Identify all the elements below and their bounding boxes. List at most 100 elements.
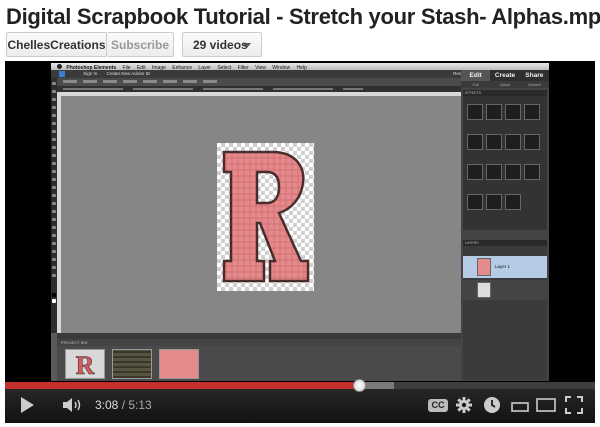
cc-icon: CC	[428, 398, 448, 412]
videos-dropdown[interactable]: 29 videos	[182, 32, 262, 57]
played-bar	[5, 382, 359, 389]
cookie-cutter-tool-icon	[52, 162, 56, 165]
effect-swatch-7	[505, 134, 521, 150]
crop-tool-icon	[52, 154, 56, 157]
background-color-icon	[52, 299, 56, 303]
player-controls: 3:08 / 5:13 CC	[5, 379, 595, 423]
apple-icon	[57, 64, 62, 69]
effect-swatch-3	[505, 104, 521, 120]
brush-tool-icon	[52, 218, 56, 221]
paint-bucket-tool-icon	[52, 234, 56, 237]
horizontal-ruler	[57, 92, 461, 96]
marquee-tool-icon	[52, 114, 56, 117]
photoshop-elements-window: Photoshop Elements File Edit Image Enhan…	[51, 63, 549, 381]
bin-thumb-letter-text: R	[76, 351, 95, 378]
background-layer-thumb	[477, 282, 491, 298]
hand-tool-icon	[52, 98, 56, 101]
small-player-icon	[511, 402, 529, 412]
vertical-ruler	[57, 96, 61, 333]
captions-button[interactable]: CC	[426, 395, 450, 415]
layers-panel: LAYERS Layer 1	[463, 240, 547, 380]
effect-swatch-9	[467, 164, 483, 180]
type-tool-icon	[52, 146, 56, 149]
channel-button[interactable]: ChellesCreations	[6, 32, 107, 57]
mac-menu-bar: Photoshop Elements File Edit Image Enhan…	[51, 63, 549, 71]
gradient-tool-icon	[52, 242, 56, 245]
foreground-color-icon	[52, 293, 56, 297]
effect-swatch-6	[486, 134, 502, 150]
subscribe-button[interactable]: Subscribe	[107, 32, 174, 57]
scrubber-handle[interactable]	[353, 379, 366, 392]
large-player-button[interactable]	[534, 395, 558, 415]
effect-swatch-8	[524, 134, 540, 150]
fullscreen-icon	[565, 396, 583, 414]
subtab-guided: Guided	[527, 82, 541, 87]
panel-bin: Edit Create Share Full Quick Guided EFFE…	[461, 70, 549, 381]
shape-tool-icon	[52, 250, 56, 253]
video-frame[interactable]: Photoshop Elements File Edit Image Enhan…	[5, 61, 595, 382]
videos-dropdown-label: 29 videos	[193, 37, 248, 52]
bin-thumb-paper-pink	[159, 349, 199, 379]
subtab-full: Full	[472, 82, 479, 87]
effect-swatch-12	[524, 164, 540, 180]
layer-row-selected: Layer 1	[463, 256, 547, 278]
time-separator: /	[118, 398, 129, 412]
letter-r-graphic	[222, 150, 310, 283]
current-time: 3:08	[95, 398, 119, 412]
settings-button[interactable]	[452, 393, 476, 417]
tab-edit: Edit	[461, 70, 491, 81]
subtab-quick: Quick	[499, 82, 511, 87]
effect-swatch-11	[505, 164, 521, 180]
play-icon	[21, 397, 34, 413]
project-bin-header: PROJECT BIN	[57, 339, 461, 346]
lasso-tool-icon	[52, 122, 56, 125]
tool-options-icons	[63, 80, 223, 83]
panel-subtabs: Full Quick Guided	[461, 81, 549, 88]
chevron-down-icon	[243, 43, 251, 48]
effect-swatch-10	[486, 164, 502, 180]
effect-swatch-15	[505, 194, 521, 210]
tab-share: Share	[525, 72, 544, 79]
video-title: Digital Scrapbook Tutorial - Stretch you…	[6, 4, 600, 29]
effect-swatch-4	[524, 104, 540, 120]
effect-swatch-1	[467, 104, 483, 120]
sign-in-link: Sign In	[83, 71, 98, 76]
smart-brush-tool-icon	[52, 226, 56, 229]
fullscreen-button[interactable]	[562, 393, 586, 417]
volume-button[interactable]	[60, 394, 86, 416]
effect-swatch-14	[486, 194, 502, 210]
bin-thumb-letter: R	[75, 351, 95, 381]
spot-healing-tool-icon	[52, 186, 56, 189]
effect-swatch-13	[467, 194, 483, 210]
sponge-tool-icon	[52, 266, 56, 269]
eraser-tool-icon	[52, 202, 56, 205]
small-player-button[interactable]	[508, 395, 532, 415]
layer-row-background	[463, 280, 547, 300]
layer-name: Layer 1	[495, 264, 511, 269]
magic-wand-tool-icon	[52, 130, 56, 133]
effects-panel: EFFECTS	[463, 90, 547, 230]
large-player-icon	[536, 398, 556, 412]
clock-icon	[484, 397, 500, 413]
clone-stamp-tool-icon	[52, 194, 56, 197]
project-bin: R	[57, 346, 461, 381]
watch-later-button[interactable]	[480, 393, 504, 417]
straighten-tool-icon	[52, 170, 56, 173]
tool-options-bar	[57, 78, 461, 86]
progress-track[interactable]	[5, 379, 595, 392]
move-tool-icon	[52, 82, 56, 85]
play-button[interactable]	[15, 394, 39, 416]
volume-icon	[63, 398, 81, 412]
tab-create: Create	[494, 72, 516, 79]
video-player[interactable]: Photoshop Elements File Edit Image Enhan…	[5, 61, 595, 423]
panel-tabs: Edit Create Share	[461, 70, 549, 81]
blur-tool-icon	[52, 258, 56, 261]
bin-thumb-alpha: R	[65, 349, 105, 381]
pencil-tool-icon	[52, 210, 56, 213]
effects-header: EFFECTS	[463, 90, 547, 96]
document-canvas	[217, 143, 314, 291]
red-eye-tool-icon	[52, 178, 56, 181]
bin-thumb-paper-plaid	[112, 349, 152, 379]
total-time: 5:13	[128, 398, 152, 412]
layers-header: LAYERS	[463, 240, 547, 246]
